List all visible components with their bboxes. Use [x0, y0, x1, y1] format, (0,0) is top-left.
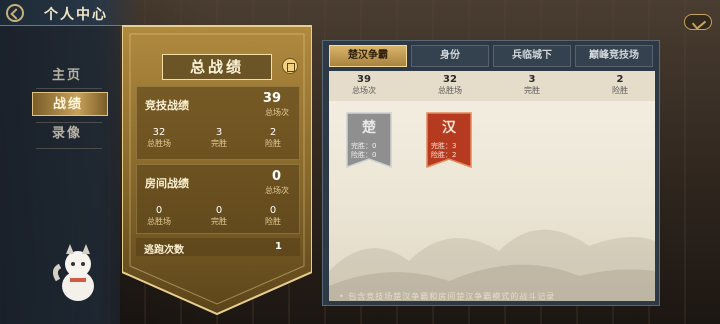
faction-flag-chu[interactable]: 楚 完胜：0 险胜：0	[345, 111, 393, 173]
flag-stat-close: 险胜：0	[351, 151, 377, 159]
room-stat: 0 险胜	[253, 205, 293, 227]
footer-note: • 包含竞技场楚汉争霸和房间楚汉争霸模式的战斗记录	[339, 292, 556, 301]
room-total: 0	[271, 169, 281, 184]
stat-value: 2	[269, 127, 277, 138]
note-icon[interactable]	[282, 58, 298, 74]
summary-value: 32	[443, 74, 457, 85]
summary-value: 3	[528, 74, 536, 85]
stat-label: 完胜	[211, 139, 227, 148]
nav-item-home[interactable]: 主页	[32, 64, 108, 88]
nav-item-replay[interactable]: 录像	[32, 122, 108, 146]
detail-paper: 39 总场次 32 总胜场 3 完胜 2 险胜 楚 完胜：0 险胜：0 汉 完胜…	[329, 71, 655, 301]
summary-label: 完胜	[524, 86, 540, 95]
detail-summary: 39 总场次 32 总胜场 3 完胜 2 险胜	[329, 71, 655, 101]
stat-label: 总胜场	[147, 139, 171, 148]
stat-label: 险胜	[265, 139, 281, 148]
flag-stat-close: 险胜：2	[431, 151, 457, 159]
stat-label: 总胜场	[147, 217, 171, 226]
ranked-total: 39	[262, 91, 281, 106]
ranked-stat: 3 完胜	[199, 127, 239, 149]
page-title: 个人中心	[44, 7, 108, 23]
nav-item-records[interactable]: 战绩	[32, 92, 108, 116]
room-total-label: 总场次	[265, 186, 289, 195]
nav-divider	[36, 148, 102, 149]
tab-identity[interactable]: 身份	[411, 45, 489, 67]
ranked-stat: 2 险胜	[253, 127, 293, 149]
ranked-total-label: 总场次	[265, 108, 289, 117]
mascot-icon	[52, 244, 94, 301]
return-icon[interactable]	[684, 14, 712, 30]
stat-value: 0	[155, 205, 163, 216]
room-stat: 0 完胜	[199, 205, 239, 227]
tab-peak-arena[interactable]: 巅峰竞技场	[575, 45, 653, 67]
escape-row: 逃跑次数 1	[136, 238, 300, 256]
stat-value: 0	[269, 205, 277, 216]
flag-name: 楚	[362, 120, 376, 136]
room-stat: 0 总胜场	[139, 205, 179, 227]
room-title: 房间战绩	[145, 177, 189, 190]
stat-value: 0	[215, 205, 223, 216]
ranked-stat: 32 总胜场	[139, 127, 179, 149]
escape-value: 1	[275, 241, 282, 252]
ranked-block: 竞技战绩 39 总场次 32 总胜场 3 完胜 2 险胜	[136, 86, 300, 160]
summary-item: 3 完胜	[497, 74, 567, 96]
summary-value: 39	[357, 74, 371, 85]
nav-divider	[36, 88, 102, 89]
title-bar: 个人中心	[0, 0, 140, 26]
banner-title: 总战绩	[162, 54, 272, 80]
summary-banner: 总战绩 竞技战绩 39 总场次 32 总胜场 3 完胜 2 险胜 房间战绩 0 …	[122, 22, 312, 318]
stat-value: 32	[152, 127, 166, 138]
faction-flag-han[interactable]: 汉 完胜：3 险胜：2	[425, 111, 473, 173]
tab-siege[interactable]: 兵临城下	[493, 45, 571, 67]
summary-item: 39 总场次	[329, 74, 399, 96]
mountain-decoration	[329, 229, 655, 301]
tab-chuhan[interactable]: 楚汉争霸	[329, 45, 407, 67]
summary-value: 2	[616, 74, 624, 85]
detail-panel: 楚汉争霸 身份 兵临城下 巅峰竞技场 39 总场次 32 总胜场 3 完胜 2	[322, 40, 660, 306]
back-icon[interactable]	[6, 4, 24, 22]
summary-label: 险胜	[612, 86, 628, 95]
summary-item: 2 险胜	[585, 74, 655, 96]
summary-item: 32 总胜场	[415, 74, 485, 96]
flag-name: 汉	[442, 120, 456, 136]
stat-label: 险胜	[265, 217, 281, 226]
ranked-title: 竞技战绩	[145, 99, 189, 112]
escape-label: 逃跑次数	[144, 245, 184, 256]
summary-label: 总胜场	[438, 86, 462, 95]
summary-label: 总场次	[352, 86, 376, 95]
stat-value: 3	[215, 127, 223, 138]
room-block: 房间战绩 0 总场次 0 总胜场 0 完胜 0 险胜	[136, 164, 300, 234]
stat-label: 完胜	[211, 217, 227, 226]
